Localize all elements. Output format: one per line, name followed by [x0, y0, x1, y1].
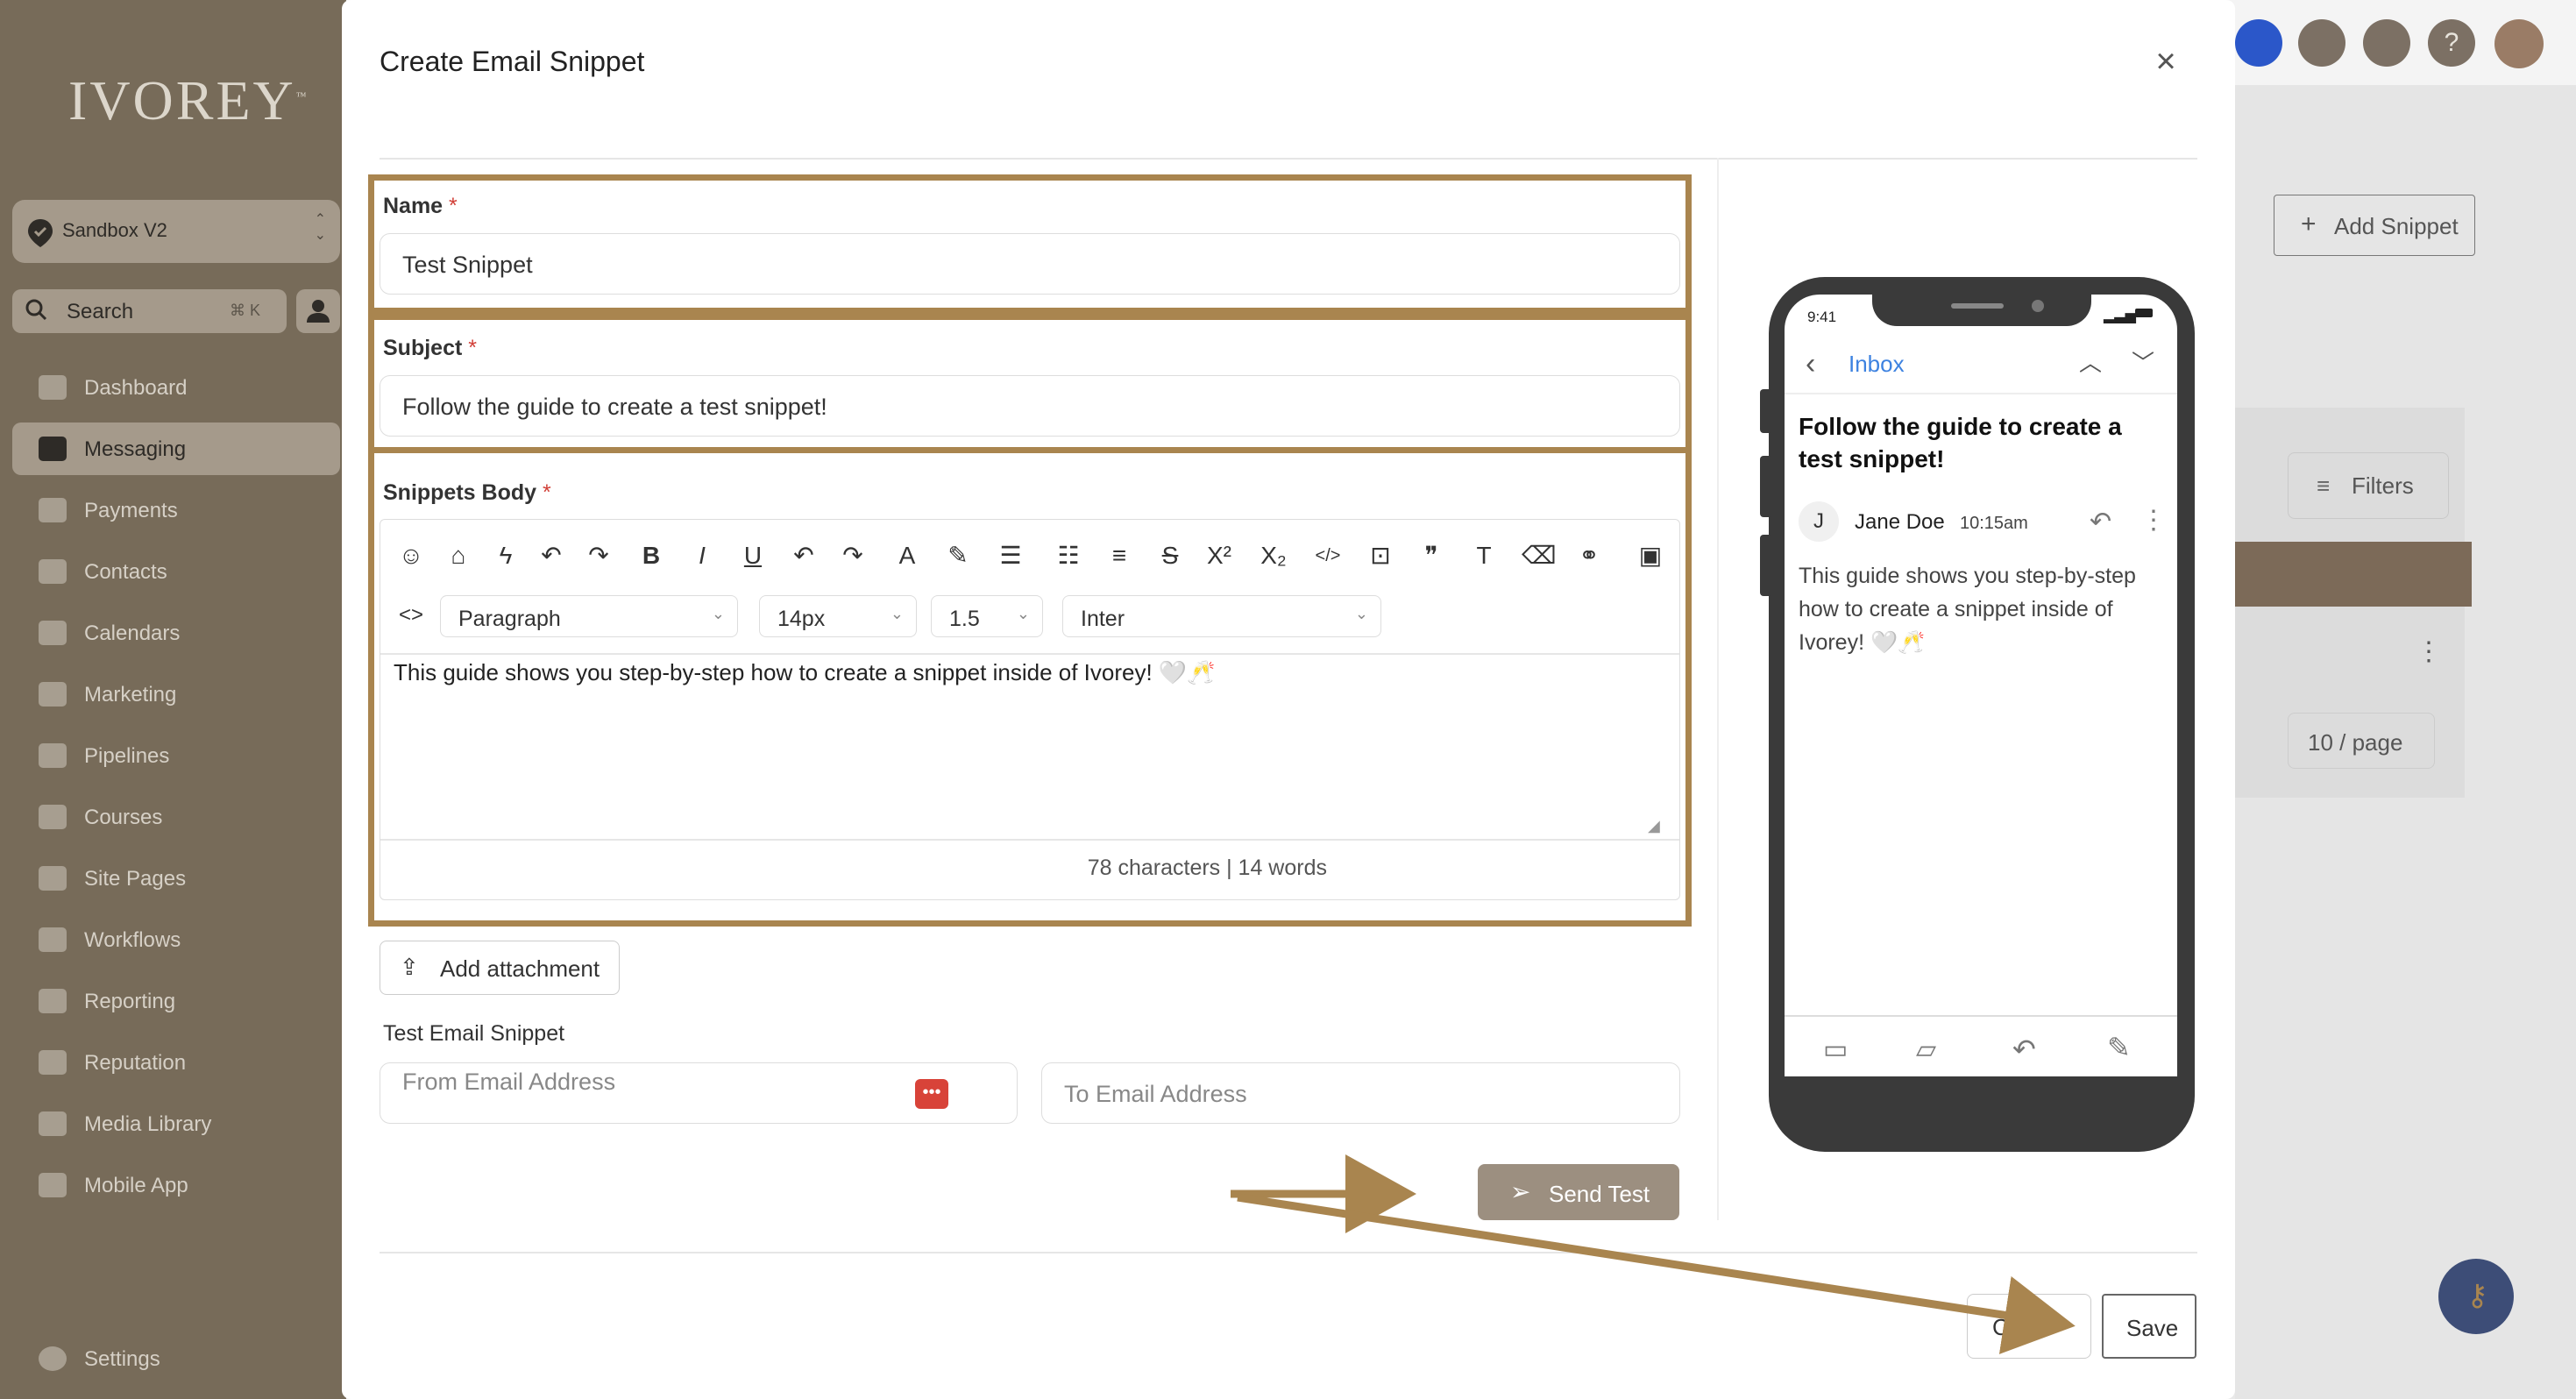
arrow-to-save — [1237, 1193, 2076, 1354]
annotation-arrows — [1231, 1154, 2076, 1354]
